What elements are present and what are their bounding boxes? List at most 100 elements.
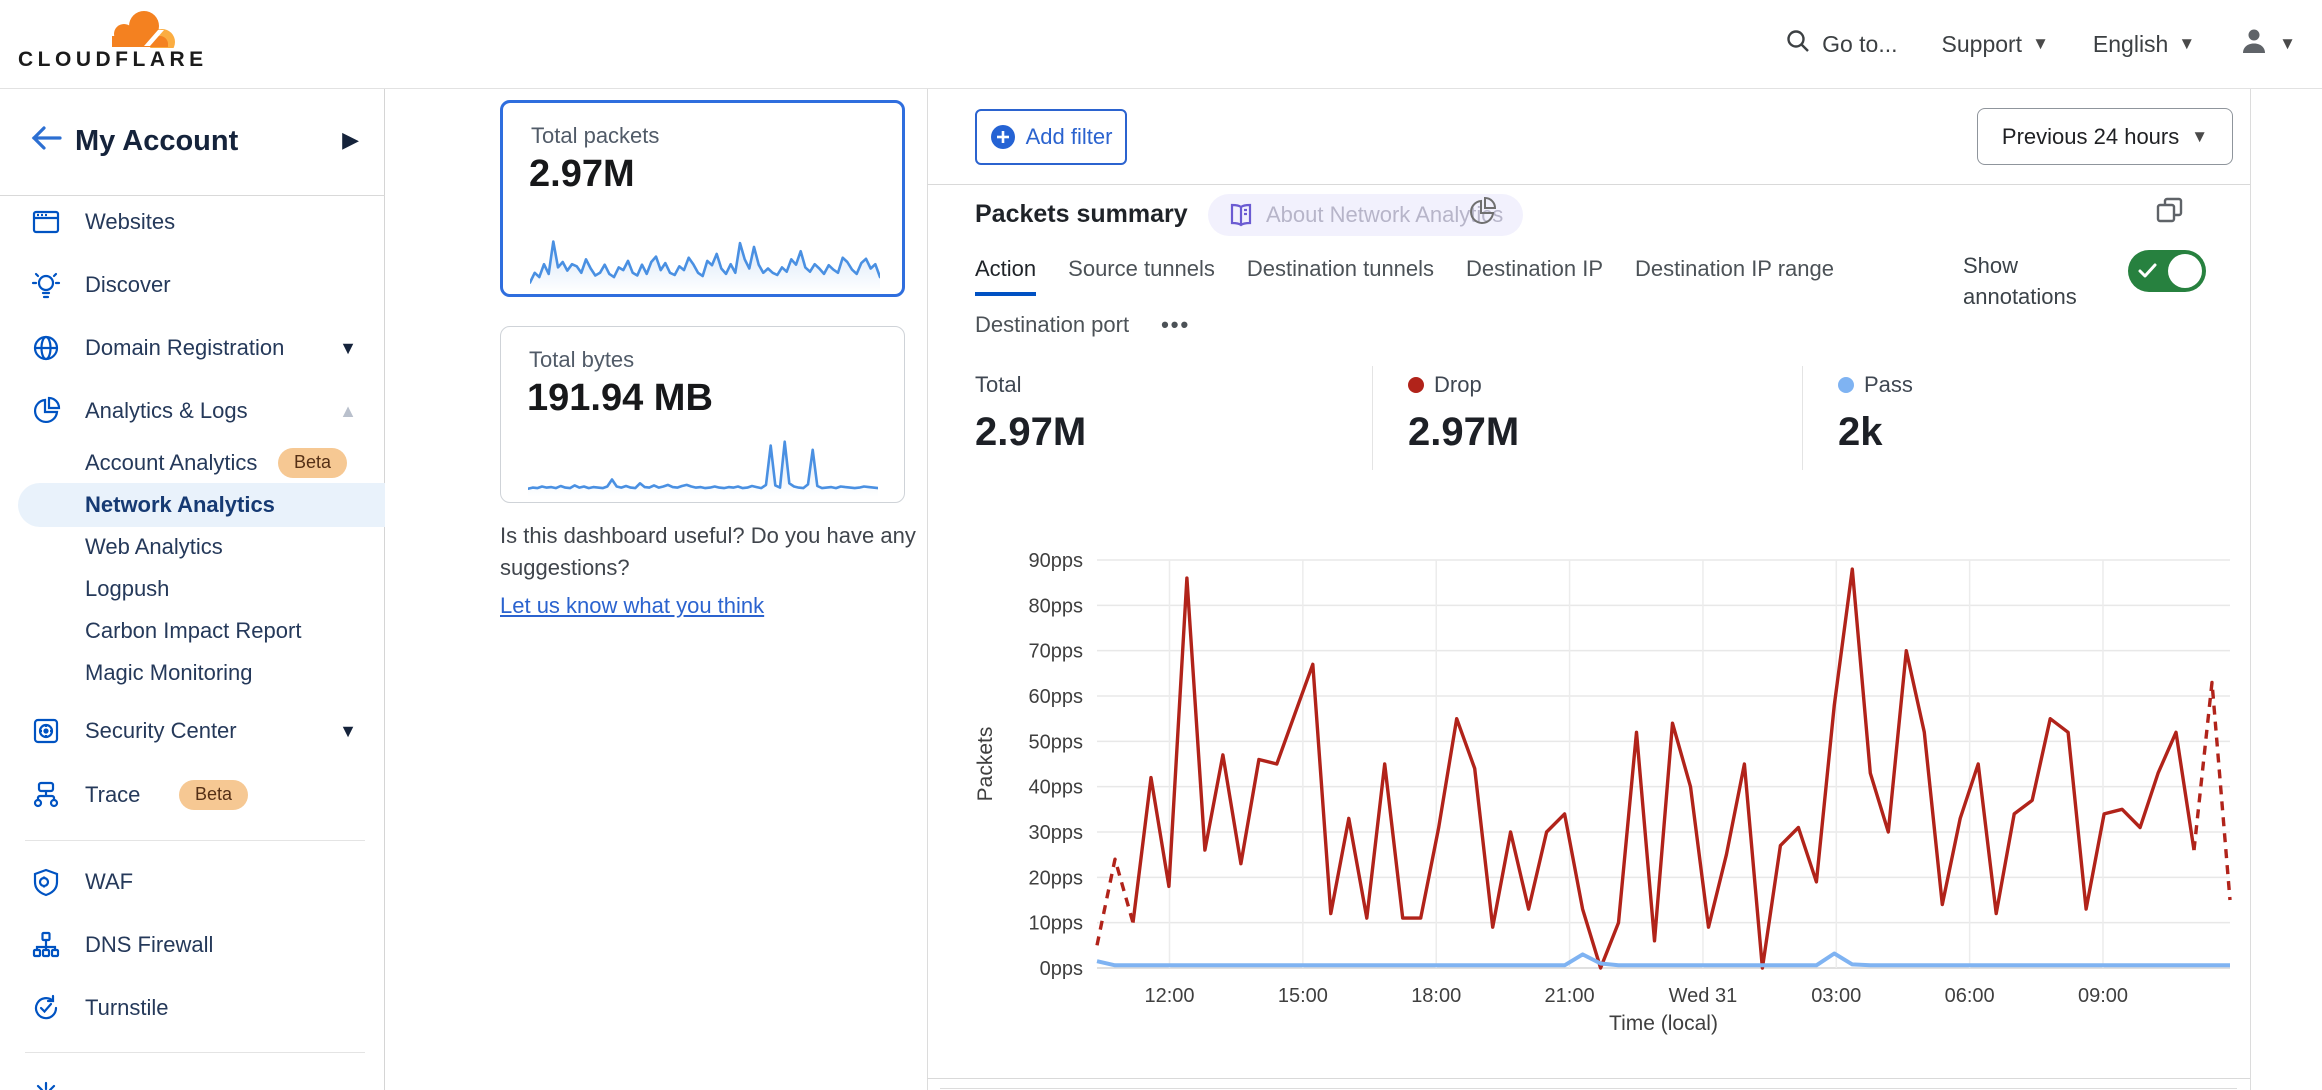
svg-text:20pps: 20pps: [1029, 867, 1084, 889]
sidebar-item-magic-monitoring[interactable]: Magic Monitoring: [0, 651, 385, 695]
chevron-down-icon: ▼: [339, 338, 357, 359]
lightbulb-icon: [30, 269, 62, 301]
svg-text:0pps: 0pps: [1040, 958, 1083, 980]
svg-text:06:00: 06:00: [1945, 985, 1995, 1007]
time-range-dropdown[interactable]: Previous 24 hours ▼: [1977, 108, 2233, 165]
stat-label: Pass: [1864, 372, 1913, 398]
sidebar-item-websites[interactable]: Websites: [0, 200, 385, 244]
svg-text:12:00: 12:00: [1144, 985, 1194, 1007]
packets-sparkline: [530, 231, 880, 293]
divider: [25, 1052, 365, 1053]
language-label: English: [2093, 31, 2168, 58]
svg-text:70pps: 70pps: [1029, 641, 1084, 663]
sidebar-item-carbon-impact-report[interactable]: Carbon Impact Report: [0, 609, 385, 653]
show-annotations-label: Show annotations: [1963, 250, 2103, 312]
chevron-down-icon: ▼: [2279, 34, 2296, 54]
chevron-down-icon: ▼: [2191, 127, 2208, 147]
expand-panel-icon[interactable]: [2152, 192, 2188, 233]
chevron-down-icon: ▼: [2178, 34, 2195, 54]
toggle-knob: [2168, 254, 2202, 288]
plus-circle-icon: [990, 124, 1016, 150]
feedback-block: Is this dashboard useful? Do you have an…: [500, 520, 930, 622]
cloudflare-logo-icon[interactable]: [100, 6, 182, 53]
stat-label: Total: [975, 372, 1021, 398]
account-title[interactable]: My Account: [75, 125, 238, 158]
svg-text:Time (local): Time (local): [1609, 1012, 1718, 1035]
svg-text:Wed 31: Wed 31: [1669, 985, 1738, 1007]
panel-top-border: [927, 184, 2250, 185]
pass-dot-icon: [1838, 377, 1854, 393]
globe-icon: [30, 332, 62, 364]
add-filter-label: Add filter: [1026, 124, 1113, 150]
sidebar-item-trace[interactable]: Trace Beta: [0, 773, 385, 817]
feedback-link[interactable]: Let us know what you think: [500, 590, 764, 622]
stat-label: Drop: [1434, 372, 1482, 398]
sidebar-item-security-center[interactable]: Security Center ▼: [0, 709, 385, 753]
total-bytes-card[interactable]: Total bytes 191.94 MB: [500, 326, 905, 503]
tabs: Action Source tunnels Destination tunnel…: [975, 256, 1835, 348]
stat-total: Total 2.97M: [975, 372, 1086, 455]
svg-text:40pps: 40pps: [1029, 777, 1084, 799]
svg-text:90pps: 90pps: [1029, 550, 1084, 572]
panel-bottom-border: [927, 1078, 2250, 1079]
tab-destination-tunnels[interactable]: Destination tunnels: [1247, 256, 1434, 296]
tab-destination-ip[interactable]: Destination IP: [1466, 256, 1603, 296]
packets-time-series-chart[interactable]: 0pps10pps20pps30pps40pps50pps60pps70pps8…: [940, 548, 2250, 1038]
add-filter-button[interactable]: Add filter: [975, 109, 1127, 165]
language-menu[interactable]: English ▼: [2093, 31, 2195, 58]
chevron-right-icon[interactable]: ▶: [342, 127, 359, 153]
svg-text:10pps: 10pps: [1029, 913, 1084, 935]
card-title: Total bytes: [529, 347, 634, 373]
sidebar-item-account-analytics[interactable]: Account Analytics Beta: [0, 441, 385, 485]
divider: [927, 89, 928, 1090]
tab-destination-ip-range[interactable]: Destination IP range: [1635, 256, 1834, 296]
chevron-up-icon: ▲: [339, 401, 357, 422]
burst-icon: [30, 1078, 62, 1090]
chevron-down-icon: ▼: [339, 721, 357, 742]
tab-destination-port[interactable]: Destination port: [975, 312, 1129, 348]
sidebar-item-dns-firewall[interactable]: DNS Firewall: [0, 923, 385, 967]
dns-hierarchy-icon: [30, 929, 62, 961]
waf-shield-icon: [30, 866, 62, 898]
sidebar-item-discover[interactable]: Discover: [0, 263, 385, 307]
pie-chart-icon[interactable]: [1468, 196, 1498, 231]
goto-search[interactable]: Go to...: [1784, 27, 1897, 61]
stat-pass: Pass 2k: [1838, 372, 1913, 455]
svg-text:18:00: 18:00: [1411, 985, 1461, 1007]
trace-sitemap-icon: [30, 779, 62, 811]
stat-value: 2.97M: [1408, 410, 1519, 455]
sidebar-item-turnstile[interactable]: Turnstile: [0, 986, 385, 1030]
search-icon: [1784, 27, 1812, 61]
cloudflare-logo-text: CLOUDFLARE: [18, 48, 208, 72]
security-safe-icon: [30, 715, 62, 747]
divider: [2250, 89, 2251, 1090]
support-label: Support: [1942, 31, 2023, 58]
annotations-toggle[interactable]: [2128, 250, 2206, 292]
user-icon: [2239, 26, 2269, 62]
sidebar-item-domain-registration[interactable]: Domain Registration ▼: [0, 326, 385, 370]
websites-icon: [30, 206, 62, 238]
sidebar-item-analytics-logs[interactable]: Analytics & Logs ▲: [0, 389, 385, 433]
back-arrow-icon[interactable]: [26, 121, 64, 160]
stat-value: 2.97M: [975, 410, 1086, 455]
sidebar-item-partial[interactable]: [0, 1072, 385, 1090]
stat-drop: Drop 2.97M: [1408, 372, 1519, 455]
bytes-sparkline: [528, 435, 878, 497]
user-menu[interactable]: ▼: [2239, 26, 2296, 62]
sidebar-item-waf[interactable]: WAF: [0, 860, 385, 904]
svg-text:Packets: Packets: [974, 727, 997, 802]
tab-action[interactable]: Action: [975, 256, 1036, 296]
sidebar-item-network-analytics[interactable]: Network Analytics: [18, 483, 385, 527]
chevron-down-icon: ▼: [2032, 34, 2049, 54]
more-tabs-icon[interactable]: •••: [1161, 312, 1190, 348]
support-menu[interactable]: Support ▼: [1942, 31, 2049, 58]
card-value: 2.97M: [529, 153, 635, 196]
next-panel-border: [940, 1088, 2237, 1089]
card-value: 191.94 MB: [527, 377, 713, 420]
svg-text:15:00: 15:00: [1278, 985, 1328, 1007]
tab-source-tunnels[interactable]: Source tunnels: [1068, 256, 1215, 296]
sidebar-item-logpush[interactable]: Logpush: [0, 567, 385, 611]
sidebar-item-web-analytics[interactable]: Web Analytics: [0, 525, 385, 569]
feedback-line: Is this dashboard useful? Do you have an…: [500, 520, 930, 552]
total-packets-card[interactable]: Total packets 2.97M: [500, 100, 905, 297]
